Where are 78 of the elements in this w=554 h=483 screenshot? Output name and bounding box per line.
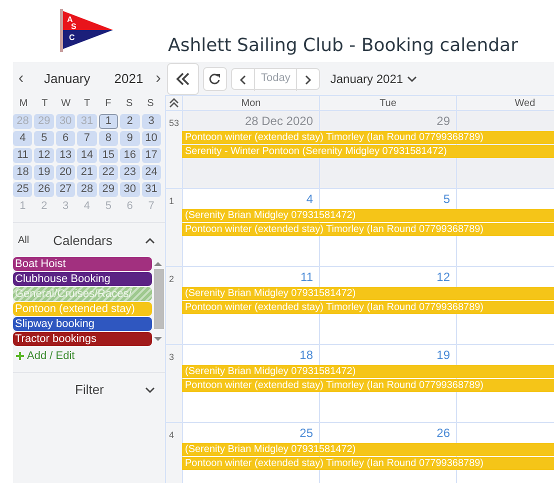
double-chevron-left-icon[interactable] (167, 62, 199, 94)
day-number: 18 (300, 347, 313, 363)
day-number: 28 Dec 2020 (244, 113, 313, 129)
date-cell[interactable]: 14 (77, 148, 97, 163)
date-cell[interactable]: 1 (98, 114, 118, 129)
date-cell[interactable]: 3 (142, 114, 161, 129)
day-number: 11 (300, 269, 313, 285)
period-dropdown[interactable]: January 2021 (330, 70, 418, 88)
week-number: 4 (166, 423, 182, 483)
previous-month-button[interactable]: ‹ (14, 70, 28, 86)
date-cell[interactable]: 12 (34, 148, 54, 163)
plus-icon (16, 352, 24, 360)
calendar-item[interactable]: Boat Hoist (13, 257, 152, 271)
date-cell[interactable]: 27 (56, 182, 76, 197)
chevron-down-icon[interactable] (145, 386, 155, 394)
weekday-label: T (40, 96, 49, 110)
weekday-label: M (18, 96, 29, 110)
date-cell[interactable]: 30 (120, 182, 140, 197)
day-number: 4 (306, 191, 313, 207)
day-number: 12 (436, 269, 450, 285)
calendars-heading: Calendars (53, 232, 112, 250)
weekday-label: S (146, 96, 155, 110)
date-cell[interactable]: 8 (98, 131, 118, 146)
date-cell[interactable]: 15 (98, 148, 118, 163)
date-cell[interactable]: 9 (120, 131, 140, 146)
date-cell[interactable]: 23 (120, 165, 140, 180)
calendar-item[interactable]: Tractor bookings (13, 332, 152, 346)
week-number: 53 (166, 111, 182, 188)
date-cell[interactable]: 29 (98, 182, 118, 197)
date-cell[interactable]: 16 (120, 148, 140, 163)
weekday-label: W (60, 96, 72, 110)
date-cell[interactable]: 4 (13, 131, 32, 146)
filter-heading: Filter (75, 380, 104, 399)
date-cell[interactable]: 26 (34, 182, 54, 197)
date-cell[interactable]: 20 (56, 165, 76, 180)
add-edit-link[interactable]: Add / Edit (16, 348, 165, 364)
calendar-item[interactable]: Slipway booking (13, 317, 152, 331)
date-cell[interactable]: 31 (142, 182, 161, 197)
next-month-button[interactable]: › (156, 70, 161, 86)
date-cell[interactable]: 21 (77, 165, 97, 180)
date-cell[interactable]: 10 (142, 131, 161, 146)
date-cell[interactable]: 5 (34, 131, 54, 146)
year-label[interactable]: 2021 (114, 68, 144, 88)
date-cell[interactable]: 25 (13, 182, 32, 197)
weekday-label: T (82, 96, 92, 110)
date-cell[interactable]: 7 (77, 131, 97, 146)
week-number: 2 (166, 267, 182, 344)
day-number: 25 (300, 425, 313, 441)
date-cell[interactable]: 28 (77, 182, 97, 197)
date-cell[interactable]: 22 (98, 165, 118, 180)
date-cell[interactable]: 18 (13, 165, 32, 180)
day-number: 19 (436, 347, 450, 363)
refresh-icon[interactable] (203, 66, 227, 90)
date-cell[interactable]: 11 (13, 148, 32, 163)
column-header: Tue (319, 96, 456, 110)
week-number: 3 (166, 345, 182, 422)
page-title: Ashlett Sailing Club - Booking calendar (168, 34, 518, 58)
date-cell[interactable]: 13 (56, 148, 76, 163)
all-calendars-button[interactable]: All (18, 233, 30, 248)
calendar-item[interactable]: Clubhouse Booking (13, 272, 152, 286)
column-header: Wed (456, 96, 554, 110)
date-cell[interactable]: 6 (56, 131, 76, 146)
pennant-logo: A S C (58, 9, 116, 53)
date-cell[interactable]: 19 (34, 165, 54, 180)
column-header: Mon (182, 96, 319, 110)
date-cell[interactable]: 2 (120, 114, 140, 129)
date-cell[interactable]: 24 (142, 165, 161, 180)
month-label[interactable]: January (44, 68, 90, 88)
day-number: 5 (443, 191, 450, 207)
chevron-down-icon (407, 74, 418, 82)
double-chevron-up-icon[interactable] (169, 97, 179, 109)
week-number: 1 (166, 189, 182, 266)
chevron-up-icon[interactable] (145, 236, 155, 244)
weekday-label: F (104, 96, 112, 110)
weekday-label: S (124, 96, 134, 110)
date-cell[interactable]: 17 (142, 148, 161, 163)
day-number: 29 (436, 113, 450, 129)
day-number: 26 (436, 425, 450, 441)
